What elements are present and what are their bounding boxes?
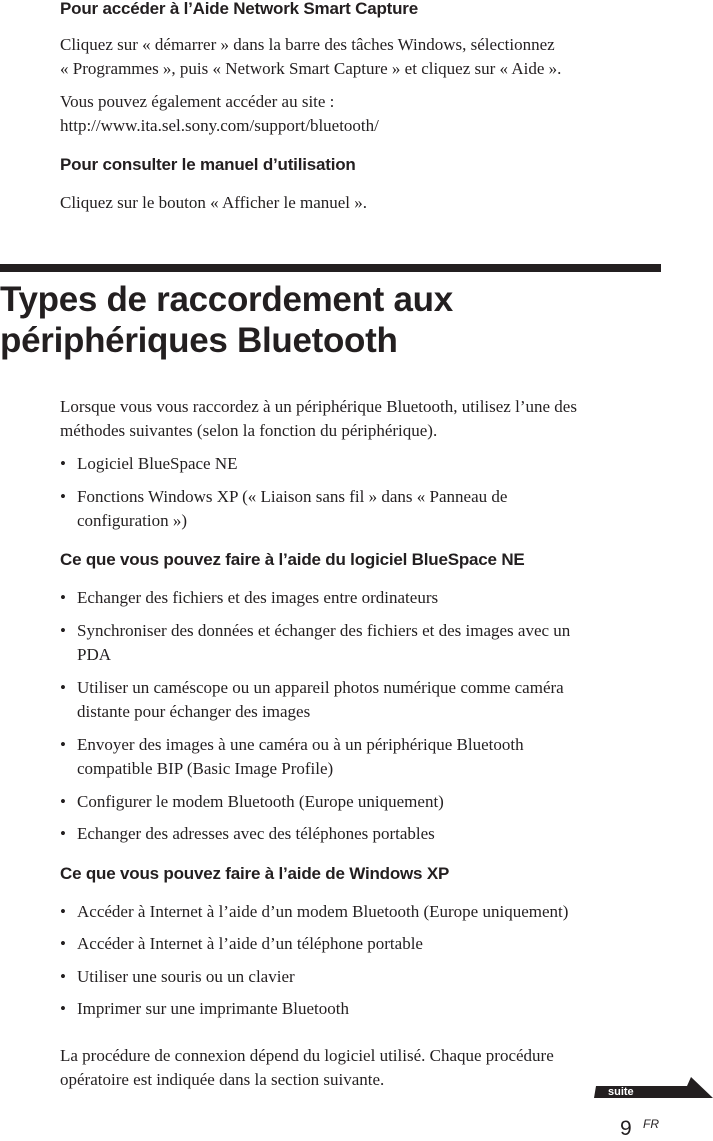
bullet-icon: •	[60, 934, 66, 953]
windowsxp-item-text: Utiliser une souris ou un clavier	[77, 967, 295, 986]
help-site-line-1: Vous pouvez également accéder au site :	[60, 92, 335, 111]
chapter-title-line-2: périphériques Bluetooth	[0, 321, 398, 360]
method-item-text: Logiciel BlueSpace NE	[77, 454, 238, 473]
continue-arrow-icon: suite	[594, 1076, 713, 1100]
windowsxp-item: • Utiliser une souris ou un clavier	[60, 965, 660, 989]
closing-line-2: opératoire est indiquée dans la section …	[60, 1070, 385, 1089]
bluespace-item: • Echanger des fichiers et des images en…	[60, 586, 660, 610]
bluespace-item: • Envoyer des images à une caméra ou à u…	[60, 733, 660, 781]
bullet-icon: •	[60, 902, 66, 921]
chapter-intro-line-2: méthodes suivantes (selon la fonction du…	[60, 421, 438, 440]
bluespace-item-text: Envoyer des images à une caméra ou à un …	[77, 735, 524, 754]
bullet-icon: •	[60, 487, 66, 506]
bluespace-item-text-cont: distante pour échanger des images	[77, 702, 311, 721]
bluespace-item-text: Echanger des adresses avec des téléphone…	[77, 824, 435, 843]
chapter-title-line-1: Types de raccordement aux	[0, 280, 453, 319]
bluespace-item: • Utiliser un caméscope ou un appareil p…	[60, 676, 660, 724]
bluespace-item-text-cont: compatible BIP (Basic Image Profile)	[77, 759, 334, 778]
chapter-rule	[0, 264, 661, 272]
bluespace-item-text: Configurer le modem Bluetooth (Europe un…	[77, 792, 444, 811]
bluespace-item-text: Echanger des fichiers et des images entr…	[77, 588, 439, 607]
windowsxp-item-text: Accéder à Internet à l’aide d’un télépho…	[77, 934, 423, 953]
help-heading: Pour accéder à l’Aide Network Smart Capt…	[60, 0, 418, 18]
windowsxp-item: • Accéder à Internet à l’aide d’un télép…	[60, 932, 660, 956]
page-language-suffix: FR	[643, 1117, 659, 1131]
bluespace-item-text: Utiliser un caméscope ou un appareil pho…	[77, 678, 564, 697]
windowsxp-item-text: Accéder à Internet à l’aide d’un modem B…	[77, 902, 569, 921]
bullet-icon: •	[60, 967, 66, 986]
bullet-icon: •	[60, 792, 66, 811]
bluespace-item-text-cont: PDA	[77, 645, 112, 664]
closing-line-1: La procédure de connexion dépend du logi…	[60, 1046, 554, 1065]
continue-label: suite	[608, 1086, 634, 1098]
help-site-url: http://www.ita.sel.sony.com/support/blue…	[60, 116, 379, 135]
chapter-intro-line-1: Lorsque vous vous raccordez à un périphé…	[60, 397, 577, 416]
help-para-line-2: « Programmes », puis « Network Smart Cap…	[60, 59, 562, 78]
windowsxp-item-text: Imprimer sur une imprimante Bluetooth	[77, 999, 349, 1018]
manual-heading: Pour consulter le manuel d’utilisation	[60, 155, 356, 174]
bullet-icon: •	[60, 621, 66, 640]
method-item-text: Fonctions Windows XP (« Liaison sans fil…	[77, 487, 508, 506]
windowsxp-item: • Imprimer sur une imprimante Bluetooth	[60, 997, 660, 1021]
windowsxp-item: • Accéder à Internet à l’aide d’un modem…	[60, 900, 660, 924]
method-item-text-cont: configuration »)	[77, 511, 187, 530]
bluespace-heading: Ce que vous pouvez faire à l’aide du log…	[60, 550, 525, 569]
bluespace-item: • Configurer le modem Bluetooth (Europe …	[60, 790, 660, 814]
bullet-icon: •	[60, 678, 66, 697]
windowsxp-heading: Ce que vous pouvez faire à l’aide de Win…	[60, 864, 450, 883]
page-number: 9	[620, 1117, 632, 1140]
manual-para: Cliquez sur le bouton « Afficher le manu…	[60, 193, 368, 212]
method-item: • Logiciel BlueSpace NE	[60, 452, 660, 476]
bluespace-item: • Echanger des adresses avec des télépho…	[60, 822, 660, 846]
bullet-icon: •	[60, 824, 66, 843]
bullet-icon: •	[60, 735, 66, 754]
help-para-line-1: Cliquez sur « démarrer » dans la barre d…	[60, 35, 555, 54]
bluespace-item: • Synchroniser des données et échanger d…	[60, 619, 660, 667]
bullet-icon: •	[60, 454, 66, 473]
method-item: • Fonctions Windows XP (« Liaison sans f…	[60, 485, 660, 533]
bullet-icon: •	[60, 999, 66, 1018]
bluespace-item-text: Synchroniser des données et échanger des…	[77, 621, 571, 640]
bullet-icon: •	[60, 588, 66, 607]
